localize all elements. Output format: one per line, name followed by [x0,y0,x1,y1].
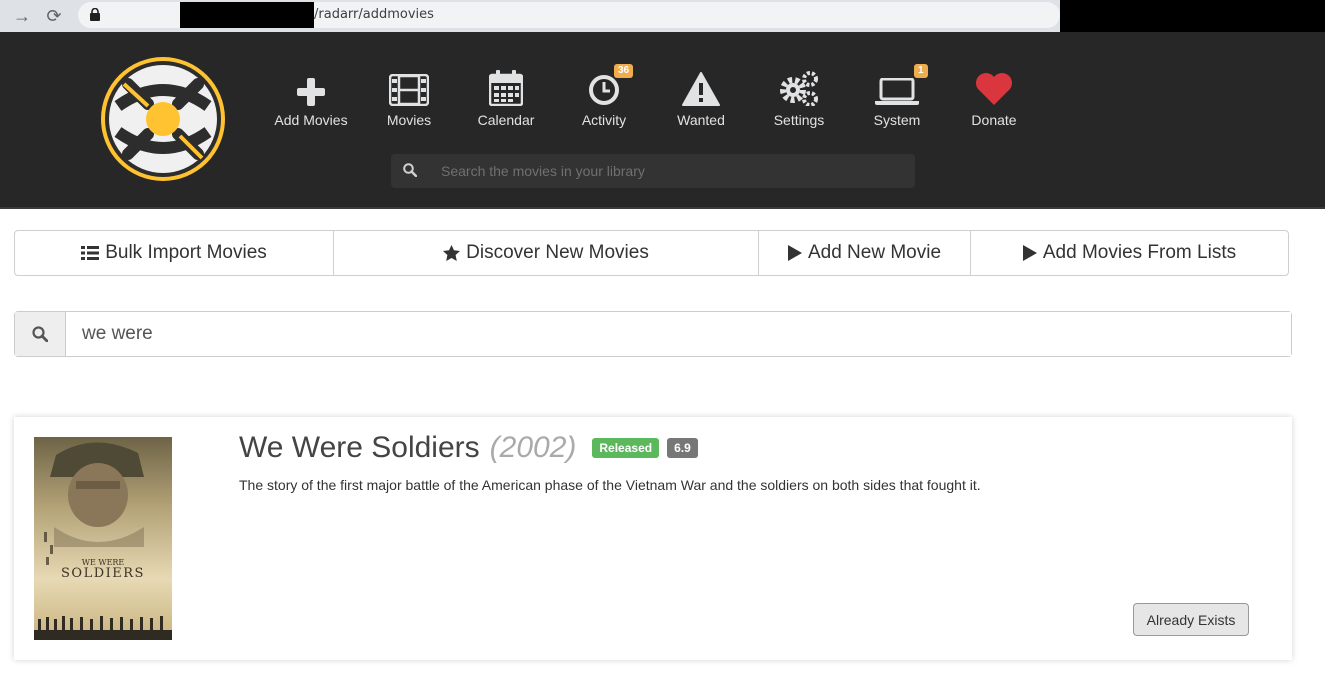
activity-badge: 36 [614,64,634,78]
poster-title-large: SOLDIERS [61,566,145,581]
tab-label: Discover New Movies [466,242,649,263]
search-icon [32,326,48,342]
movie-poster[interactable]: WE WERESOLDIERS [34,437,172,640]
nav-system[interactable]: 1 System [848,64,946,128]
tab-label: Add Movies From Lists [1042,242,1237,263]
system-badge: 1 [914,64,928,78]
nav-wanted[interactable]: Wanted [652,66,750,128]
search-icon [403,163,417,177]
reload-icon[interactable]: ⟳ [42,4,66,28]
status-badge: Released [592,438,660,458]
add-movies-tabs: Bulk Import Movies Discover New Movies A… [14,230,1289,276]
tab-bulk-import[interactable]: Bulk Import Movies [15,231,334,275]
warning-icon [652,66,750,106]
movie-year: (2002) [489,431,577,464]
lock-icon [90,8,100,21]
play-icon [787,245,802,261]
nav-donate[interactable]: Donate [945,66,1043,128]
gears-icon [750,66,848,106]
nav-calendar[interactable]: Calendar [457,66,555,128]
nav-label: Calendar [477,112,535,128]
nav-label: Wanted [677,112,725,128]
nav-label: Add Movies [274,112,348,128]
movie-lookup-input[interactable] [66,312,1291,356]
redacted-host [180,2,314,28]
nav-label: System [873,112,921,128]
heart-icon [945,66,1043,106]
nav-settings[interactable]: Settings [750,66,848,128]
movie-lookup [14,311,1292,357]
radarr-logo[interactable] [98,54,228,184]
tab-label: Add New Movie [807,242,942,263]
nav-add-movies[interactable]: Add Movies [262,66,360,128]
tab-add-new-movie[interactable]: Add New Movie [759,231,971,275]
search-addon [15,312,66,356]
movie-title: We Were Soldiers [239,431,480,464]
address-bar[interactable]: /radarr/addmovies [78,2,1060,28]
tab-add-from-lists[interactable]: Add Movies From Lists [971,231,1288,275]
tab-discover[interactable]: Discover New Movies [334,231,759,275]
library-search-input[interactable] [431,154,901,188]
movie-overview: The story of the first major battle of t… [239,477,981,493]
nav-activity[interactable]: 36 Activity [555,64,653,128]
rating-badge: 6.9 [667,438,698,458]
search-result-card: WE WERE SOLDIERS We Were Soldiers (2002) … [14,417,1292,660]
calendar-icon [457,66,555,106]
result-title-row: We Were Soldiers (2002) Released 6.9 [239,431,698,465]
laptop-icon: 1 [848,64,946,106]
nav-label: Movies [386,112,432,128]
already-exists-button[interactable]: Already Exists [1133,603,1249,636]
plus-icon [262,66,360,106]
clock-icon: 36 [555,64,653,106]
app-header: Add Movies Movies Calendar 36 Activity W… [0,32,1325,209]
browser-toolbar: → ⟳ /radarr/addmovies [0,0,1325,36]
forward-icon[interactable]: → [10,4,34,28]
star-icon [443,245,461,261]
library-search [391,154,915,188]
play-icon [1022,245,1037,261]
film-icon [360,66,458,106]
nav-label: Settings [773,112,825,128]
nav-label: Activity [581,112,627,128]
url-path: /radarr/addmovies [314,7,434,22]
nav-label: Donate [971,112,1017,128]
redacted-region [1060,0,1325,36]
tab-label: Bulk Import Movies [105,242,267,263]
list-icon [81,246,100,260]
nav-movies[interactable]: Movies [360,66,458,128]
